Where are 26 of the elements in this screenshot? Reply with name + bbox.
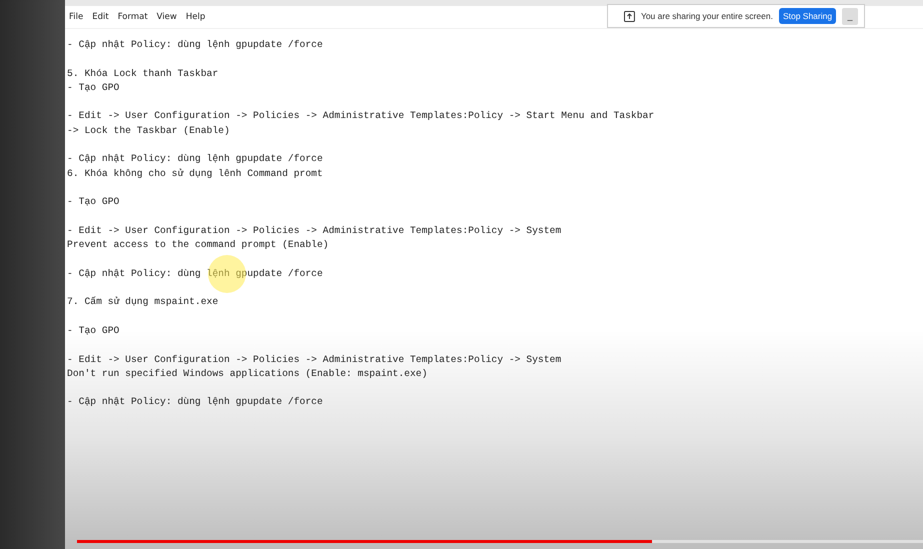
menu-item[interactable]: Help: [186, 12, 206, 22]
menu-item[interactable]: Format: [118, 12, 148, 22]
text-line: -> Lock the Taskbar (Enable): [67, 124, 231, 138]
sharing-message: You are sharing your entire screen.: [640, 11, 773, 21]
menu-item[interactable]: View: [156, 12, 177, 22]
text-line: - Cập nhật Policy: dùng lệnh gpupdate /force: [67, 152, 324, 166]
text-line: Prevent access to the command prompt (Enable): [67, 238, 330, 252]
text-line: 6. Khóa không cho sử dụng lênh Command promt: [67, 166, 324, 181]
stop-sharing-button[interactable]: Stop Sharing: [778, 8, 836, 24]
text-line: - Cập nhật Policy: dùng lệnh gpupdate /force: [67, 395, 324, 410]
text-line: - Tạo GPO: [67, 80, 120, 95]
text-line: - Edit -> User Configuration -> Policies -> Administrative Templates:Policy -> Start Menu and Taskbar: [67, 109, 656, 124]
text-line: - Tạo GPO: [67, 195, 120, 210]
text-line: Don't run specified Windows applications (Enable: mspaint.exe): [67, 366, 428, 381]
share-screen-icon: [624, 10, 635, 22]
text-line: 5. Khóa Lock thanh Taskbar: [67, 66, 220, 81]
text-line: 7. Cấm sử dụng mspaint.exe: [67, 295, 220, 310]
video-progress-track[interactable]: [77, 540, 923, 543]
text-line: - Tạo GPO: [67, 324, 120, 338]
text-line: - Cập nhật Policy: dùng lệnh gpupdate /force: [67, 38, 324, 52]
menu-item[interactable]: File: [69, 12, 84, 22]
minimize-button[interactable]: _: [842, 8, 858, 24]
text-line: - Cập nhật Policy: dùng lệnh gpupdate /force: [67, 266, 324, 281]
text-line: - Edit -> User Configuration -> Policies -> Administrative Templates:Policy -> System: [67, 352, 562, 367]
text-line: - Edit -> User Configuration -> Policies -> Administrative Templates:Policy -> System: [67, 224, 562, 238]
menu-item[interactable]: Edit: [92, 12, 109, 22]
